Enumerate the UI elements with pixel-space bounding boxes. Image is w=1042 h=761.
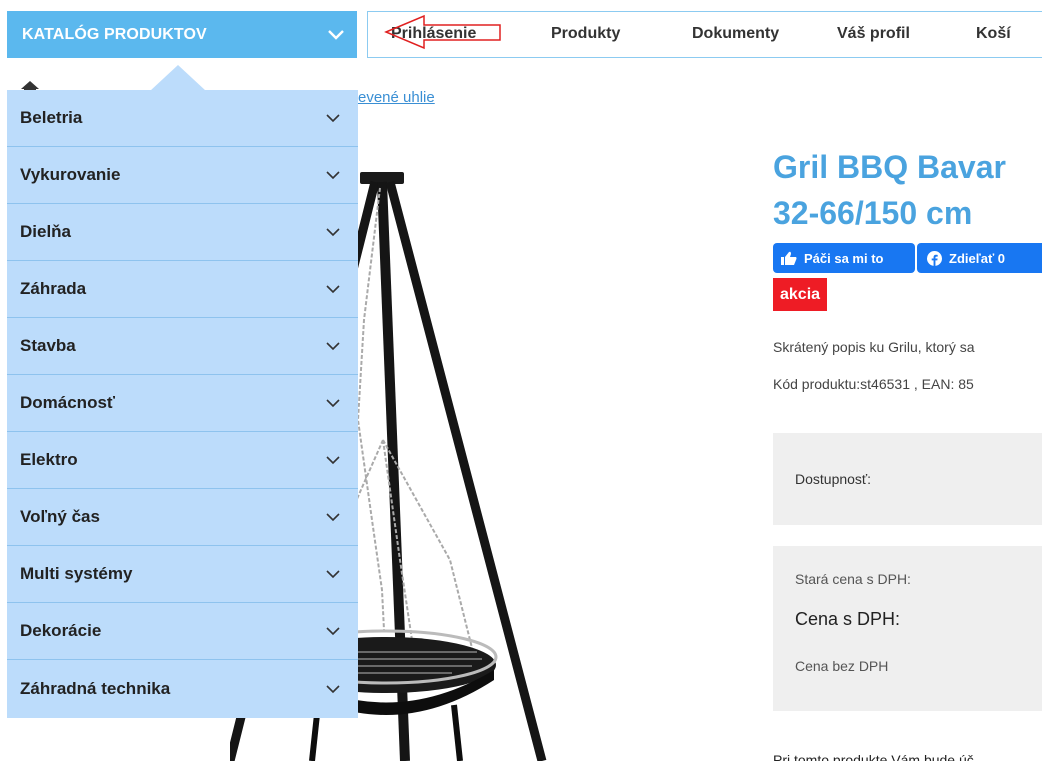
category-item[interactable]: Záhrada	[7, 261, 358, 318]
product-title: Gril BBQ Bavar 32-66/150 cm	[773, 144, 1042, 236]
category-item[interactable]: Stavba	[7, 318, 358, 375]
thumbs-up-icon	[781, 251, 797, 265]
facebook-share-button[interactable]: Zdieľať 0	[917, 243, 1042, 273]
chevron-down-icon	[326, 513, 340, 522]
category-item[interactable]: Voľný čas	[7, 489, 358, 546]
category-label: Elektro	[20, 450, 78, 469]
category-item[interactable]: Beletria	[7, 90, 358, 147]
category-label: Záhradná technika	[20, 678, 171, 698]
category-item[interactable]: Domácnosť	[7, 375, 358, 432]
category-label: Dekorácie	[20, 621, 102, 640]
catalog-menu-button[interactable]: KATALÓG PRODUKTOV	[7, 11, 357, 58]
nav-products[interactable]: Produkty	[551, 25, 620, 43]
product-code: Kód produktu:st46531 , EAN: 85	[773, 376, 974, 392]
category-label: Domácnosť	[20, 393, 116, 412]
facebook-like-label: Páči sa mi to	[804, 250, 884, 266]
chevron-down-icon	[328, 29, 344, 40]
product-title-line1: Gril BBQ Bavar	[773, 149, 1006, 185]
category-label: Stavba	[20, 336, 76, 355]
category-label: Voľný čas	[20, 507, 100, 526]
old-price-label: Stará cena s DPH:	[795, 571, 911, 587]
category-item[interactable]: Multi systémy	[7, 546, 358, 603]
chevron-down-icon	[326, 570, 340, 579]
category-label: Vykurovanie	[20, 165, 121, 184]
dropdown-pointer	[150, 65, 206, 91]
facebook-like-button[interactable]: Páči sa mi to	[773, 243, 915, 273]
category-item[interactable]: Vykurovanie	[7, 147, 358, 204]
chevron-down-icon	[326, 171, 340, 180]
category-label: Záhrada	[20, 279, 87, 298]
nav-profile[interactable]: Váš profil	[837, 25, 910, 43]
chevron-down-icon	[326, 285, 340, 294]
category-label: Dielňa	[20, 222, 72, 241]
nav-documents[interactable]: Dokumenty	[692, 25, 779, 43]
category-label: Multi systémy	[20, 564, 133, 583]
price-without-vat-label: Cena bez DPH	[795, 658, 889, 674]
price-with-vat-label: Cena s DPH:	[795, 609, 901, 629]
catalog-menu-label: KATALÓG PRODUKTOV	[22, 25, 207, 43]
sale-badge: akcia	[773, 278, 828, 311]
chevron-down-icon	[326, 399, 340, 408]
nav-cart[interactable]: Koší	[976, 25, 1011, 43]
product-short-description: Skrátený popis ku Grilu, ktorý sa	[773, 339, 975, 355]
nav-login[interactable]: Prihlásenie	[391, 25, 476, 43]
breadcrumb-link[interactable]: evené uhlie	[358, 89, 435, 106]
category-item[interactable]: Dielňa	[7, 204, 358, 261]
facebook-share-label: Zdieľať 0	[949, 250, 1006, 266]
product-title-line2: 32-66/150 cm	[773, 195, 973, 231]
category-label: Beletria	[20, 108, 83, 127]
availability-label: Dostupnosť:	[795, 471, 872, 487]
category-item[interactable]: Elektro	[7, 432, 358, 489]
availability-box: Dostupnosť:	[773, 433, 1042, 525]
product-note: Pri tomto produkte Vám bude úč	[773, 752, 974, 761]
category-dropdown: Beletria Vykurovanie Dielňa Záhrada Stav…	[7, 90, 358, 718]
facebook-icon	[927, 250, 942, 266]
chevron-down-icon	[326, 114, 340, 123]
category-item[interactable]: Záhradná technika	[7, 660, 358, 717]
category-item[interactable]: Dekorácie	[7, 603, 358, 660]
top-navigation: Prihlásenie Produkty Dokumenty Váš profi…	[367, 11, 1042, 58]
chevron-down-icon	[326, 627, 340, 636]
chevron-down-icon	[326, 684, 340, 693]
price-box: Stará cena s DPH: Cena s DPH: Cena bez D…	[773, 546, 1042, 711]
chevron-down-icon	[326, 228, 340, 237]
chevron-down-icon	[326, 342, 340, 351]
chevron-down-icon	[326, 456, 340, 465]
